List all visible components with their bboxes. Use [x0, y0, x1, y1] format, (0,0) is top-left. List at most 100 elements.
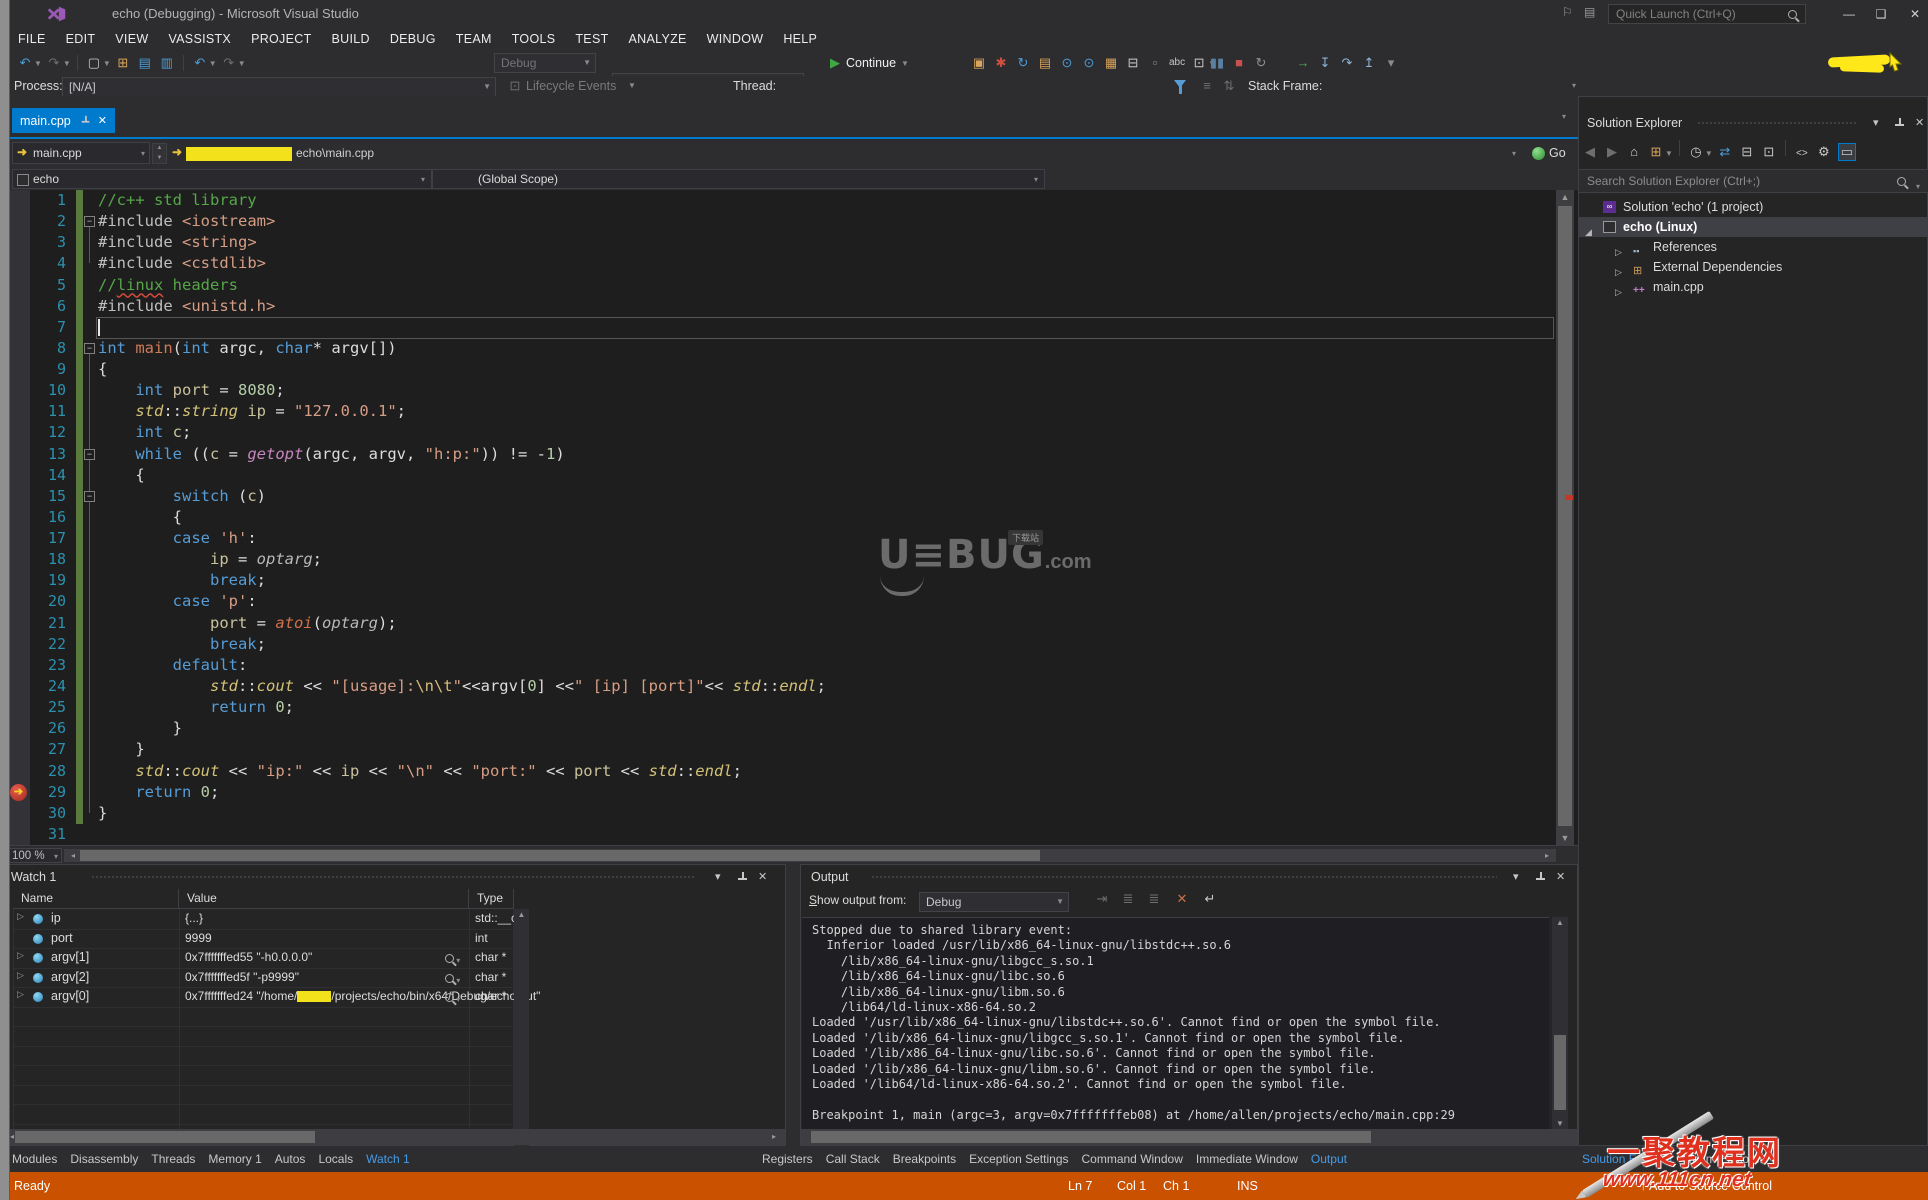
title-bar[interactable]: echo (Debugging) - Microsoft Visual Stud… — [0, 0, 1928, 28]
next-message-icon[interactable]: ≣ — [1146, 886, 1162, 912]
toolbar-options-caret[interactable]: ▾ — [1383, 50, 1399, 76]
code-line-28[interactable]: 28 std::cout << "ip:" << ip << "\n" << "… — [0, 761, 1578, 782]
new-solution-folder-icon[interactable]: ⊞ — [1648, 139, 1664, 165]
window-position-caret[interactable]: ▾ — [1513, 865, 1519, 889]
code-line-23[interactable]: 23 default: — [0, 655, 1578, 676]
redo-icon-caret[interactable]: ▼ — [238, 59, 246, 68]
bottom-tab-command-window[interactable]: Command Window — [1082, 1152, 1183, 1166]
watch-column-name[interactable]: Name — [13, 889, 179, 909]
watch-empty-row[interactable] — [13, 1104, 514, 1125]
sync-active-document-icon[interactable]: ⇄ — [1717, 139, 1733, 165]
text-visualizer-icon[interactable]: ▾ — [445, 991, 460, 1005]
filter-funnel-icon[interactable] — [1174, 80, 1186, 94]
code-line-3[interactable]: 3 #include <string> — [0, 232, 1578, 253]
code-line-6[interactable]: 6 #include <unistd.h> — [0, 296, 1578, 317]
window-position-caret[interactable]: ▾ — [1873, 111, 1879, 135]
bottom-tab-memory-1[interactable]: Memory 1 — [208, 1152, 261, 1166]
pin-icon[interactable] — [1536, 872, 1545, 883]
new-file-icon[interactable]: ▢ — [86, 50, 102, 76]
step-out-icon[interactable]: ↥ — [1361, 50, 1377, 76]
code-line-30[interactable]: 30} — [0, 803, 1578, 824]
word-wrap-icon[interactable]: ↵ — [1202, 886, 1218, 912]
menu-file[interactable]: FILE — [8, 32, 56, 46]
breakpoint-hit-icon[interactable]: ➔ — [10, 784, 27, 801]
code-line-16[interactable]: 16 { — [0, 507, 1578, 528]
watch-empty-row[interactable] — [13, 1007, 514, 1027]
text-visualizer-icon[interactable]: ▾ — [445, 972, 460, 986]
expander-icon[interactable]: ▷ — [17, 970, 24, 981]
code-line-10[interactable]: 10 int port = 8080; — [0, 380, 1578, 401]
panel-tab-solution-explorer[interactable]: Solution Explorer — [1582, 1152, 1673, 1166]
properties-window-icon[interactable]: ⊡ — [1761, 139, 1777, 165]
watch-column-value[interactable]: Value — [179, 889, 469, 909]
menu-window[interactable]: WINDOW — [697, 32, 774, 46]
output-horizontal-scrollbar[interactable] — [801, 1129, 1577, 1145]
watch-title-bar[interactable]: Watch 1 ▾ ✕ — [1, 865, 785, 889]
notifications-flag-icon[interactable]: ⚐ — [1562, 5, 1573, 19]
refresh-icon[interactable]: ↻ — [1015, 50, 1031, 76]
expander-icon[interactable]: ▷ — [17, 911, 24, 922]
code-line-2[interactable]: 2− #include <iostream> — [0, 211, 1578, 232]
output-source-combo[interactable]: Debug ▼ — [919, 892, 1069, 912]
fold-collapse-icon[interactable]: − — [84, 448, 95, 460]
close-button[interactable]: ✕ — [1902, 4, 1928, 24]
settings-gear-icon[interactable]: ⚙ — [1816, 139, 1832, 165]
watch-empty-row[interactable] — [13, 1026, 514, 1047]
code-line-29[interactable]: 29 return 0; — [0, 782, 1578, 803]
save-icon[interactable]: ▤ — [137, 50, 153, 76]
window-position-caret[interactable]: ▾ — [715, 865, 721, 889]
output-vertical-scrollbar[interactable]: ▲ ▼ — [1552, 917, 1568, 1129]
code-editor[interactable]: 1//c++ std library 2− #include <iostream> 3… — [0, 190, 1578, 845]
bottom-tab-watch-1[interactable]: Watch 1 — [366, 1152, 410, 1166]
nav-back-icon[interactable]: ↶ — [17, 50, 33, 76]
step-over-icon[interactable]: ↷ — [1339, 50, 1355, 76]
code-line-26[interactable]: 26 } — [0, 718, 1578, 739]
new-file-icon-caret[interactable]: ▼ — [103, 59, 111, 68]
bottom-tab-call-stack[interactable]: Call Stack — [826, 1152, 880, 1166]
redo-icon[interactable]: ↷ — [221, 50, 237, 76]
menu-team[interactable]: TEAM — [446, 32, 502, 46]
menu-project[interactable]: PROJECT — [241, 32, 321, 46]
restore-button[interactable]: ❑ — [1868, 4, 1894, 24]
code-line-17[interactable]: 17 case 'h': — [0, 528, 1578, 549]
scrollbar-thumb[interactable] — [1554, 1035, 1566, 1110]
open-file-icon[interactable]: ⊞ — [115, 50, 131, 76]
code-line-8[interactable]: 8− int main(int argc, char* argv[]) — [0, 338, 1578, 359]
preview-selected-icon[interactable]: ▭ — [1837, 143, 1856, 161]
watch-row-argv-2[interactable]: ▷ argv[2] 0x7fffffffed5f "-p9999" ▾ char * — [13, 968, 514, 988]
watch-value[interactable]: 0x7fffffffed5f "-p9999" — [185, 968, 299, 988]
nav-forward-icon-caret[interactable]: ▼ — [63, 59, 71, 68]
back-icon[interactable]: ◀ — [1582, 139, 1598, 165]
expander-icon[interactable]: ▷ — [17, 989, 24, 1000]
code-line-11[interactable]: 11 std::string ip = "127.0.0.1"; — [0, 401, 1578, 422]
bottom-tab-locals[interactable]: Locals — [318, 1152, 353, 1166]
watch-value[interactable]: 9999 — [185, 929, 212, 949]
code-line-13[interactable]: 13− while ((c = getopt(argc, argv, "h:p:… — [0, 444, 1578, 465]
solution-search-input[interactable]: Search Solution Explorer (Ctrl+;) ▾ — [1579, 169, 1928, 193]
file-scope-combo[interactable]: echo ▾ — [12, 169, 432, 189]
code-line-19[interactable]: 19 break; — [0, 570, 1578, 591]
prev-message-icon[interactable]: ≣ — [1120, 886, 1136, 912]
watch-row-ip[interactable]: ▷ ip {...} std::__cx — [13, 909, 518, 930]
menu-help[interactable]: HELP — [773, 32, 827, 46]
bottom-tab-disassembly[interactable]: Disassembly — [70, 1152, 138, 1166]
code-line-14[interactable]: 14 { — [0, 465, 1578, 486]
watch-window-icon[interactable]: ▤ — [1037, 50, 1053, 76]
new-solution-folder-icon-caret[interactable]: ▼ — [1665, 149, 1673, 158]
scrollbar-thumb[interactable] — [811, 1131, 1371, 1143]
tab-list-caret[interactable]: ▾ — [1562, 112, 1566, 121]
watch-column-type[interactable]: Type — [469, 889, 514, 909]
tree-item-main-cpp[interactable]: ▷ ++ main.cpp — [1579, 277, 1928, 297]
find-icon[interactable]: ⊙ — [1059, 50, 1075, 76]
watch-row-argv-0[interactable]: ▷ argv[0] 0x7fffffffed24 "/home//projects/… — [13, 987, 540, 1008]
menu-debug[interactable]: DEBUG — [380, 32, 446, 46]
tree-item-references[interactable]: ▷ ▪▪ References — [1579, 237, 1928, 257]
tree-item-echo-linux[interactable]: ◢ echo (Linux) — [1579, 217, 1928, 237]
pin-icon[interactable] — [738, 872, 747, 883]
forward-icon[interactable]: ▶ — [1604, 139, 1620, 165]
file-nav-combo[interactable]: ➜ main.cpp ▾ — [12, 142, 150, 164]
code-line-9[interactable]: 9{ — [0, 359, 1578, 380]
tab-main-cpp[interactable]: main.cpp ✕ — [12, 108, 115, 133]
nav-forward-icon[interactable]: ↷ — [46, 50, 62, 76]
watch-horizontal-scrollbar[interactable]: ◂ ▸ — [1, 1129, 785, 1145]
